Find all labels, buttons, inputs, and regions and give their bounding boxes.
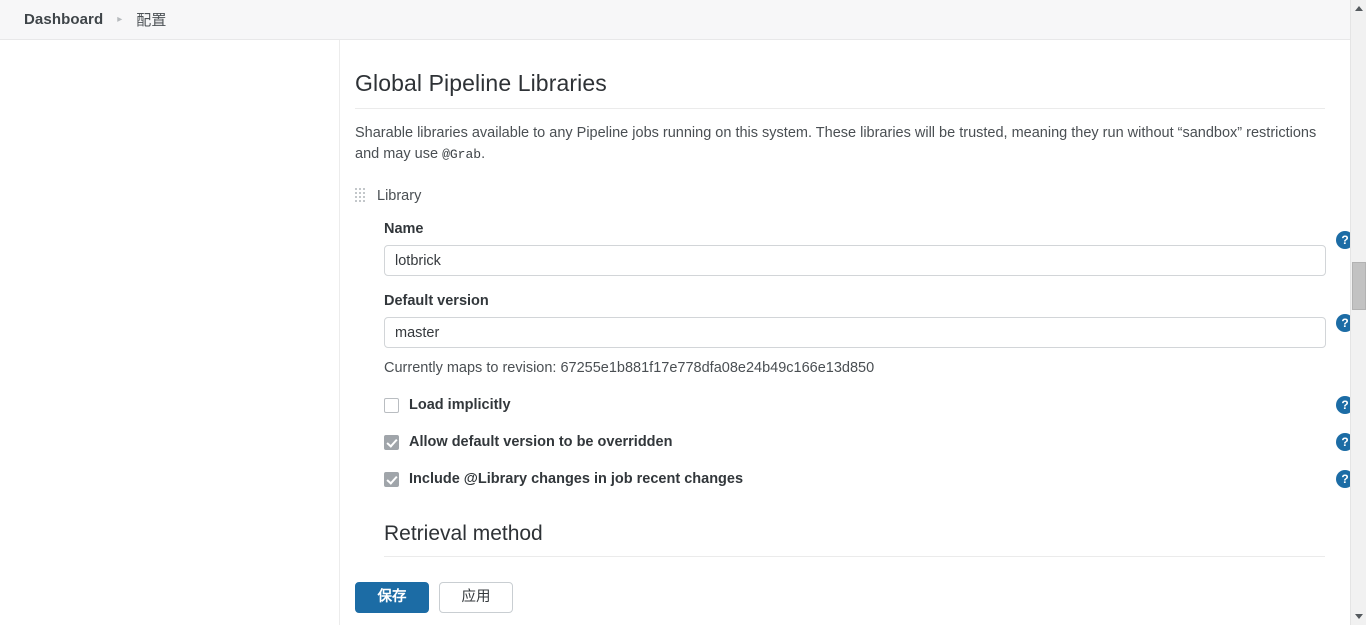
library-header: Library	[355, 188, 1325, 204]
action-bar: 保存 应用	[341, 570, 1350, 625]
retrieval-method-title: Retrieval method	[384, 522, 1325, 557]
breadcrumb-configure[interactable]: 配置	[136, 9, 166, 30]
save-button[interactable]: 保存	[355, 582, 429, 613]
checkbox-label-include-library-changes: Include @Library changes in job recent c…	[409, 471, 744, 487]
help-icon-allow-override[interactable]: ?	[1336, 433, 1350, 451]
checkbox-row-include-library-changes[interactable]: Include @Library changes in job recent c…	[384, 470, 1350, 488]
scroll-up-button[interactable]	[1351, 0, 1366, 17]
scrollbar-thumb[interactable]	[1352, 262, 1366, 310]
scroll-down-button[interactable]	[1351, 608, 1366, 625]
breadcrumb-separator-icon: ▸	[117, 13, 123, 25]
sidebar	[0, 40, 340, 625]
checkbox-label-load-implicitly: Load implicitly	[409, 397, 511, 413]
checkbox-load-implicitly[interactable]	[384, 397, 399, 413]
breadcrumb-dashboard[interactable]: Dashboard	[24, 11, 103, 28]
main-content: Global Pipeline Libraries Sharable libra…	[341, 40, 1350, 625]
default-version-input[interactable]	[384, 317, 1326, 348]
help-icon-default-version[interactable]: ?	[1336, 314, 1350, 332]
name-label: Name	[384, 221, 424, 237]
checkbox-allow-override[interactable]	[384, 434, 399, 450]
revision-hint: Currently maps to revision: 67255e1b881f…	[384, 360, 875, 376]
vertical-scrollbar[interactable]	[1350, 0, 1366, 625]
help-icon-include-library-changes[interactable]: ?	[1336, 470, 1350, 488]
drag-handle-icon[interactable]	[355, 188, 367, 204]
section-description: Sharable libraries available to any Pipe…	[355, 123, 1317, 165]
page-body: Global Pipeline Libraries Sharable libra…	[0, 40, 1350, 625]
library-fields: Name ? Default version ? Currently maps …	[384, 221, 1350, 585]
checkbox-include-library-changes[interactable]	[384, 471, 399, 487]
page-title: Global Pipeline Libraries	[355, 70, 1325, 109]
library-label: Library	[377, 188, 422, 204]
chevron-down-icon	[1355, 614, 1363, 619]
apply-button[interactable]: 应用	[439, 582, 513, 613]
grab-annotation-code: @Grab	[442, 147, 482, 162]
help-icon-load-implicitly[interactable]: ?	[1336, 396, 1350, 414]
checkbox-label-allow-override: Allow default version to be overridden	[409, 434, 673, 450]
checkbox-row-allow-override[interactable]: Allow default version to be overridden ?	[384, 433, 1350, 451]
checkbox-row-load-implicitly[interactable]: Load implicitly ?	[384, 396, 1350, 414]
chevron-up-icon	[1355, 6, 1363, 11]
description-text-1: Sharable libraries available to any Pipe…	[355, 125, 1317, 162]
default-version-label: Default version	[384, 293, 489, 309]
description-text-2: .	[481, 146, 486, 162]
breadcrumb-bar: Dashboard ▸ 配置	[0, 0, 1350, 40]
help-icon-name[interactable]: ?	[1336, 231, 1350, 249]
name-input[interactable]	[384, 245, 1326, 276]
